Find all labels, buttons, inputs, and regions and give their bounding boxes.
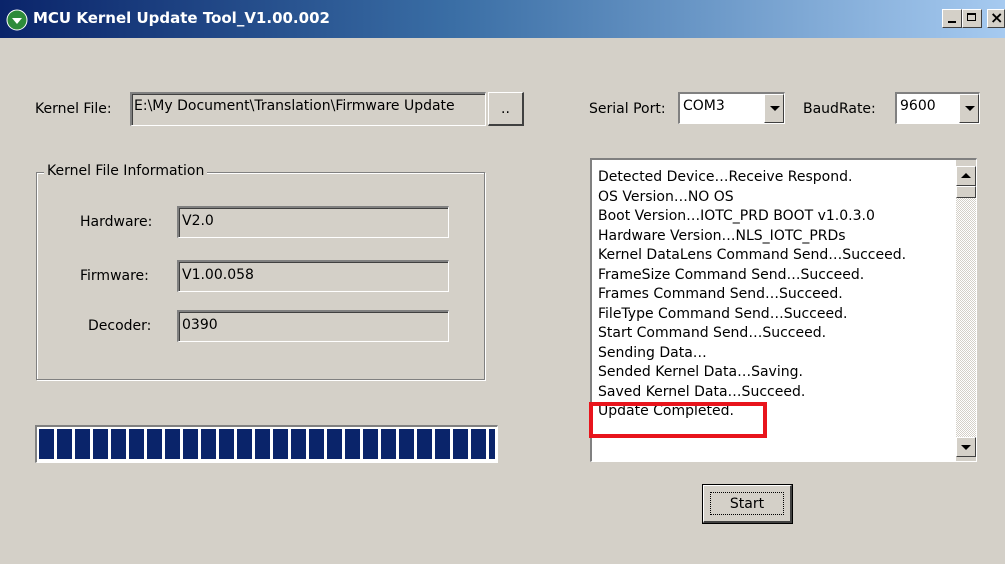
minimize-icon <box>948 21 956 23</box>
chevron-down-icon <box>770 106 780 111</box>
kernel-file-path-field[interactable]: E:\My Document\Translation\Firmware Upda… <box>130 92 486 126</box>
chevron-up-icon <box>961 173 971 178</box>
start-button-label: Start <box>710 492 784 515</box>
main-window: MCU Kernel Update Tool_V1.00.002 × Kerne… <box>0 0 1005 564</box>
log-line: Detected Device…Receive Respond. <box>598 169 853 185</box>
serial-port-label: Serial Port: <box>589 101 666 117</box>
title-bar[interactable]: MCU Kernel Update Tool_V1.00.002 × <box>0 0 1005 38</box>
status-log-lines: Detected Device…Receive Respond. OS Versi… <box>598 168 906 422</box>
baudrate-value: 9600 <box>900 98 936 114</box>
browse-button[interactable]: .. <box>488 92 524 126</box>
log-line: Start Command Send…Succeed. <box>598 325 827 341</box>
update-completed-highlight <box>589 402 767 438</box>
hardware-label: Hardware: <box>80 214 153 230</box>
maximize-button[interactable] <box>962 9 982 28</box>
chevron-down-icon <box>965 106 975 111</box>
hardware-field[interactable]: V2.0 <box>177 206 449 238</box>
kernel-info-group-title: Kernel File Information <box>44 163 208 179</box>
log-line: FrameSize Command Send…Succeed. <box>598 266 865 283</box>
minimize-button[interactable] <box>942 9 962 28</box>
log-line: OS Version…NO OS <box>598 188 734 205</box>
log-line: Saved Kernel Data…Succeed. <box>598 383 806 400</box>
baudrate-label: BaudRate: <box>803 101 876 117</box>
log-line: Sending Data… <box>598 344 707 361</box>
baudrate-select[interactable]: 9600 <box>895 92 980 124</box>
progress-fill <box>39 429 495 459</box>
chevron-down-icon <box>961 445 971 450</box>
serial-port-value: COM3 <box>683 98 725 114</box>
serial-port-dropdown-button[interactable] <box>764 94 784 123</box>
close-button[interactable]: × <box>987 8 1005 28</box>
maximize-icon <box>967 13 976 21</box>
log-line: Hardware Version…NLS_IOTC_PRDs <box>598 227 846 244</box>
scroll-down-button[interactable] <box>956 437 976 457</box>
update-progress-bar <box>35 425 498 463</box>
serial-port-select[interactable]: COM3 <box>678 92 785 124</box>
scrollbar-track[interactable] <box>956 186 976 437</box>
log-line: Frames Command Send…Succeed. <box>598 286 843 302</box>
decoder-field[interactable]: 0390 <box>177 310 449 342</box>
app-icon <box>6 9 28 31</box>
close-icon: × <box>990 8 1004 27</box>
decoder-label: Decoder: <box>88 318 152 334</box>
baudrate-dropdown-button[interactable] <box>959 94 979 123</box>
log-line: Sended Kernel Data…Saving. <box>598 364 803 380</box>
log-line: Kernel DataLens Command Send…Succeed. <box>598 247 907 263</box>
start-button[interactable]: Start <box>702 484 793 524</box>
kernel-file-label: Kernel File: <box>35 101 112 117</box>
firmware-label: Firmware: <box>80 268 149 284</box>
log-line: FileType Command Send…Succeed. <box>598 305 848 322</box>
scroll-up-button[interactable] <box>956 166 976 186</box>
scrollbar-thumb[interactable] <box>956 186 976 198</box>
log-line: Boot Version…IOTC_PRD BOOT v1.0.3.0 <box>598 208 875 224</box>
firmware-field[interactable]: V1.00.058 <box>177 260 449 292</box>
window-title: MCU Kernel Update Tool_V1.00.002 <box>33 9 330 27</box>
log-scrollbar[interactable] <box>956 160 976 461</box>
